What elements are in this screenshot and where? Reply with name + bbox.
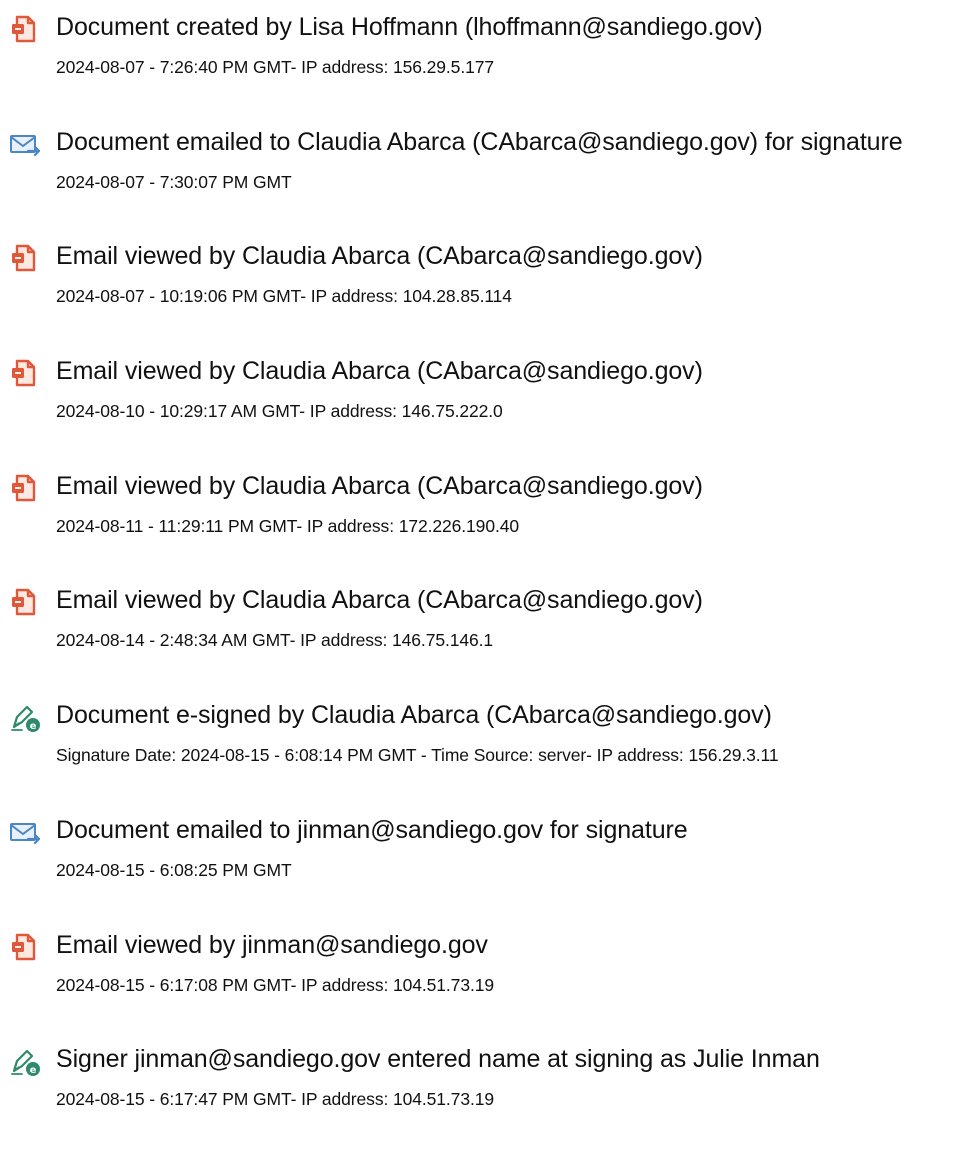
esign-pen-icon: e	[8, 1046, 42, 1078]
audit-event: e Document e-signed by Claudia Abarca (C…	[0, 698, 968, 813]
event-title: Document emailed to Claudia Abarca (CAba…	[56, 127, 903, 156]
event-title: Email viewed by jinman@sandiego.gov	[56, 930, 488, 959]
event-title: Email viewed by Claudia Abarca (CAbarca@…	[56, 586, 703, 615]
document-icon	[8, 14, 42, 46]
audit-event: e Signer jinman@sandiego.gov entered nam…	[0, 1042, 968, 1157]
event-detail: 2024-08-15 - 6:08:25 PM GMT	[56, 859, 292, 880]
audit-event: Document emailed to Claudia Abarca (CAba…	[0, 125, 968, 240]
event-title: Email viewed by Claudia Abarca (CAbarca@…	[56, 242, 703, 271]
email-sent-icon	[8, 129, 42, 161]
audit-event: Email viewed by Claudia Abarca (CAbarca@…	[0, 354, 968, 469]
document-icon	[8, 587, 42, 619]
audit-event: Email viewed by Claudia Abarca (CAbarca@…	[0, 469, 968, 584]
event-title: Email viewed by Claudia Abarca (CAbarca@…	[56, 471, 703, 500]
event-detail: 2024-08-11 - 11:29:11 PM GMT- IP address…	[56, 515, 519, 536]
document-icon	[8, 358, 42, 390]
audit-event: Document emailed to jinman@sandiego.gov …	[0, 813, 968, 928]
event-detail: Signature Date: 2024-08-15 - 6:08:14 PM …	[56, 745, 779, 766]
event-title: Document created by Lisa Hoffmann (lhoff…	[56, 13, 763, 41]
event-detail: 2024-08-10 - 10:29:17 AM GMT- IP address…	[56, 401, 503, 422]
svg-text:e: e	[30, 1065, 37, 1076]
audit-event: Document created by Lisa Hoffmann (lhoff…	[0, 10, 968, 125]
event-detail: 2024-08-07 - 10:19:06 PM GMT- IP address…	[56, 286, 512, 307]
event-title: Document e-signed by Claudia Abarca (CAb…	[56, 701, 772, 730]
document-icon	[8, 932, 42, 964]
audit-event-list: Document created by Lisa Hoffmann (lhoff…	[0, 10, 968, 1157]
event-detail: 2024-08-07 - 7:26:40 PM GMT- IP address:…	[56, 57, 494, 77]
event-detail: 2024-08-14 - 2:48:34 AM GMT- IP address:…	[56, 630, 494, 651]
audit-event: Email viewed by Claudia Abarca (CAbarca@…	[0, 239, 968, 354]
event-detail: 2024-08-07 - 7:30:07 PM GMT	[56, 171, 292, 192]
email-sent-icon	[8, 817, 42, 849]
document-icon	[8, 243, 42, 275]
audit-event: Email viewed by Claudia Abarca (CAbarca@…	[0, 583, 968, 698]
event-title: Email viewed by Claudia Abarca (CAbarca@…	[56, 357, 703, 386]
event-detail: 2024-08-15 - 6:17:08 PM GMT- IP address:…	[56, 974, 494, 995]
document-icon	[8, 473, 42, 505]
event-detail: 2024-08-15 - 6:17:47 PM GMT- IP address:…	[56, 1089, 494, 1110]
esign-pen-icon: e	[8, 702, 42, 734]
svg-text:e: e	[30, 721, 37, 732]
audit-event: Email viewed by jinman@sandiego.gov 2024…	[0, 928, 968, 1043]
event-title: Signer jinman@sandiego.gov entered name …	[56, 1045, 820, 1074]
event-title: Document emailed to jinman@sandiego.gov …	[56, 815, 688, 844]
